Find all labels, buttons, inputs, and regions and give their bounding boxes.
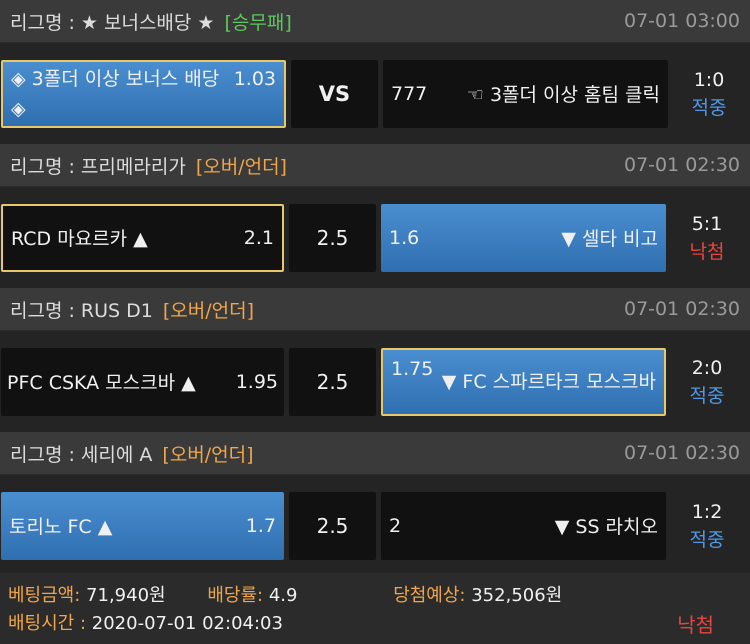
match-result: 1:2 적중 — [666, 498, 748, 554]
total-odds: 4.9 — [268, 585, 298, 606]
home-odds-value: 1.95 — [235, 370, 278, 393]
bet-time-line: 배팅시간 : 2020-07-01 02:04:03 — [8, 609, 283, 635]
bet-time: 2020-07-01 02:04:03 — [91, 613, 283, 634]
match-datetime: 07-01 02:30 — [623, 442, 740, 464]
market-tag: [오버/언더] — [162, 443, 254, 466]
bet-time-label: 배팅시간 : — [8, 613, 87, 634]
match-datetime: 07-01 03:00 — [623, 10, 740, 32]
line-value: 2.5 — [289, 347, 376, 416]
expected-label: 당첨예상: — [393, 585, 466, 606]
match-score: 5:1 — [691, 212, 723, 235]
match-row: 토리노 FC ▲ 1.7 2.5 2 ▼ SS 라치오 1:2 적중 — [0, 475, 750, 576]
bet-slip: 리그명 : ★ 보너스배당 ★ [승무패] 07-01 03:00 ◈ 3폴더 … — [0, 0, 750, 644]
result-badge: 낙첨 — [689, 240, 725, 263]
match-datetime: 07-01 02:30 — [623, 154, 740, 176]
home-team-name: PFC CSKA 모스크바 ▲ — [7, 372, 196, 394]
match-row: PFC CSKA 모스크바 ▲ 1.95 2.5 1.75 ▼ FC 스파르타크… — [0, 331, 750, 432]
match-result: 5:1 낙첨 — [666, 210, 748, 266]
away-team-name: ☜ 3폴더 이상 홈팀 클릭 — [466, 84, 660, 106]
odds-label: 배당률: — [207, 585, 264, 606]
away-odds-button[interactable]: 1.6 ▼ 셀타 비고 — [381, 203, 666, 272]
draw-odds-button[interactable]: VS — [291, 59, 378, 128]
market-tag: [오버/언더] — [195, 155, 287, 178]
home-odds-button[interactable]: PFC CSKA 모스크바 ▲ 1.95 — [1, 347, 284, 416]
bet-status-badge: 낙첨 — [677, 613, 714, 637]
result-badge: 적중 — [689, 528, 725, 551]
away-odds-value: 2 — [389, 514, 402, 537]
league-label: 리그명 : 세리에 A — [10, 443, 153, 466]
result-badge: 적중 — [691, 96, 727, 119]
away-odds-value: 1.6 — [389, 226, 420, 249]
bet-amount-label: 베팅금액: — [8, 585, 81, 606]
bet-summary-line: 베팅금액: 71,940원 배당률: 4.9 당첨예상: 352,506원 — [8, 581, 562, 607]
match-result: 2:0 적중 — [666, 354, 748, 410]
league-label: 리그명 : 프리메라리가 — [10, 155, 186, 178]
league-header: 리그명 : 프리메라리가 [오버/언더] 07-01 02:30 — [0, 144, 750, 187]
home-odds-value: 1.03 — [233, 67, 276, 90]
match-row: ◈ 3폴더 이상 보너스 배당 ◈ 1.03 VS 777 ☜ 3폴더 이상 홈… — [0, 43, 750, 144]
home-odds-value: 1.7 — [245, 514, 276, 537]
home-team-name: 토리노 FC ▲ — [9, 516, 113, 538]
match-score: 1:0 — [693, 68, 725, 91]
away-odds-value: 777 — [391, 82, 428, 105]
home-odds-value: 2.1 — [243, 226, 274, 249]
bet-amount: 71,940원 — [86, 585, 166, 606]
away-odds-value: 1.75 — [391, 357, 434, 380]
league-header: 리그명 : ★ 보너스배당 ★ [승무패] 07-01 03:00 — [0, 0, 750, 43]
match-score: 2:0 — [691, 356, 723, 379]
home-odds-button[interactable]: 토리노 FC ▲ 1.7 — [1, 491, 284, 560]
league-header: 리그명 : RUS D1 [오버/언더] 07-01 02:30 — [0, 288, 750, 331]
match-row: RCD 마요르카 ▲ 2.1 2.5 1.6 ▼ 셀타 비고 5:1 낙첨 — [0, 187, 750, 288]
away-odds-button[interactable]: 2 ▼ SS 라치오 — [381, 491, 666, 560]
bet-summary: 베팅금액: 71,940원 배당률: 4.9 당첨예상: 352,506원 배팅… — [0, 573, 750, 644]
line-value: 2.5 — [289, 203, 376, 272]
line-value: 2.5 — [289, 491, 376, 560]
expected-payout: 352,506원 — [471, 585, 563, 606]
home-odds-button[interactable]: ◈ 3폴더 이상 보너스 배당 ◈ 1.03 — [1, 59, 286, 128]
away-odds-button[interactable]: 777 ☜ 3폴더 이상 홈팀 클릭 — [383, 59, 668, 128]
away-team-name: ▼ SS 라치오 — [554, 516, 658, 538]
market-tag: [오버/언더] — [162, 299, 255, 322]
away-team-name: ▼ FC 스파르타크 모스크바 — [441, 370, 656, 393]
league-label: 리그명 : RUS D1 — [10, 299, 153, 322]
result-badge: 적중 — [689, 384, 725, 407]
away-team-name: ▼ 셀타 비고 — [561, 228, 658, 250]
match-datetime: 07-01 02:30 — [623, 298, 740, 320]
market-tag: [승무패] — [224, 11, 292, 34]
league-header: 리그명 : 세리에 A [오버/언더] 07-01 02:30 — [0, 432, 750, 475]
away-odds-button[interactable]: 1.75 ▼ FC 스파르타크 모스크바 — [381, 347, 666, 416]
home-odds-button[interactable]: RCD 마요르카 ▲ 2.1 — [1, 203, 284, 272]
league-label: 리그명 : ★ 보너스배당 ★ — [10, 11, 215, 34]
match-score: 1:2 — [691, 500, 723, 523]
home-team-name: ◈ 3폴더 이상 보너스 배당 ◈ — [11, 67, 220, 120]
home-team-name: RCD 마요르카 ▲ — [11, 228, 148, 250]
match-result: 1:0 적중 — [668, 66, 750, 122]
